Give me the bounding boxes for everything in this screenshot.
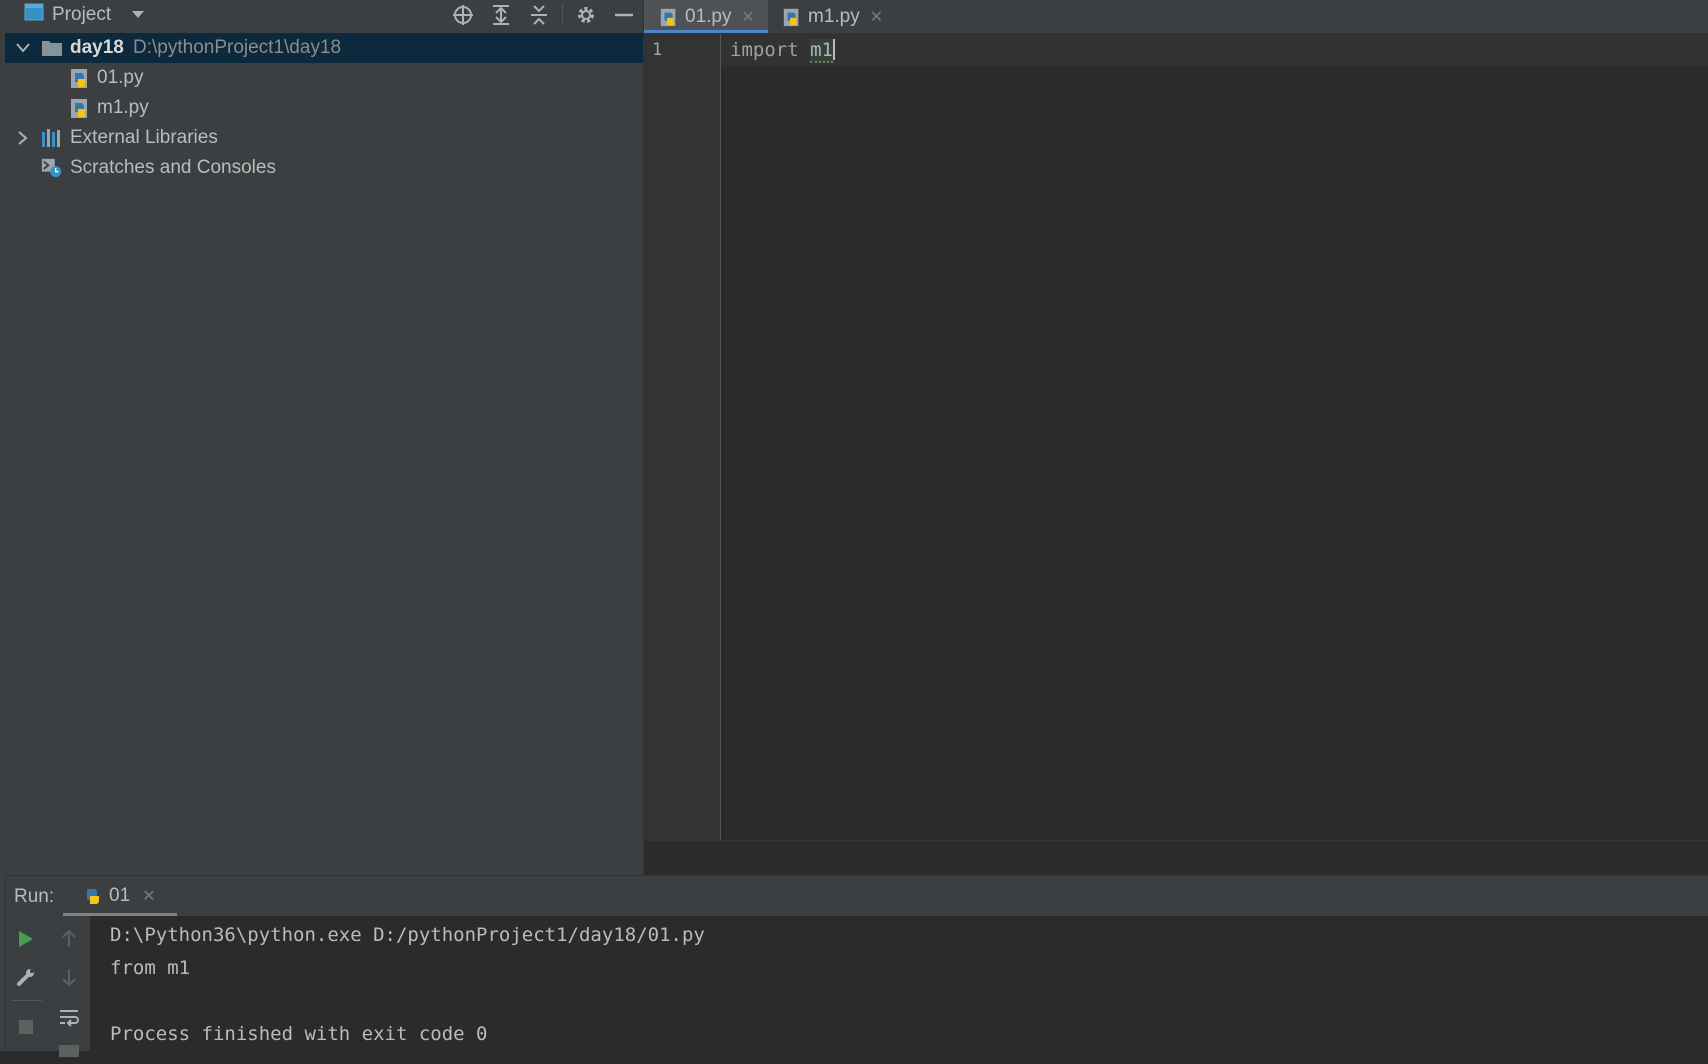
tree-item-external-libraries[interactable]: External Libraries (5, 123, 643, 153)
toolbar-separator (12, 1000, 42, 1001)
project-panel: Project day18 D:\pythonProject1\day18 01… (0, 0, 644, 875)
tab-label: 01.py (685, 5, 732, 27)
code-module-name: m1 (810, 39, 833, 63)
run-console-output[interactable]: D:\Python36\python.exe D:/pythonProject1… (90, 916, 1708, 1051)
line-number-gutter: 1 (644, 34, 721, 840)
locate-file-icon[interactable] (450, 2, 476, 28)
tree-item-path: D:\pythonProject1\day18 (133, 37, 342, 58)
project-title: Project (52, 4, 112, 25)
editor-bottom-area (644, 840, 1708, 876)
code-editor[interactable]: 1 import m1 (644, 34, 1708, 840)
folder-icon (41, 37, 63, 59)
arrow-down-icon[interactable] (56, 964, 82, 990)
scroll-to-end-icon[interactable] (56, 1038, 82, 1064)
project-window-icon (24, 3, 44, 27)
tree-item-m1-py[interactable]: m1.py (5, 93, 643, 123)
chevron-down-icon[interactable] (15, 40, 31, 56)
close-icon[interactable]: ✕ (870, 7, 883, 27)
console-line: Process finished with exit code 0 (110, 1023, 488, 1045)
editor-tab-bar: 01.py ✕ m1.py ✕ (644, 0, 1708, 34)
chevron-right-icon[interactable] (15, 130, 31, 146)
close-icon[interactable]: ✕ (142, 886, 155, 906)
text-caret (832, 39, 835, 60)
library-icon (41, 127, 63, 149)
gear-icon[interactable] (573, 2, 599, 28)
line-number: 1 (652, 40, 663, 60)
current-line-highlight (721, 34, 1708, 65)
tree-item-label: day18 (70, 37, 124, 58)
wrench-icon[interactable] (13, 964, 39, 990)
python-file-icon (659, 7, 679, 27)
run-toolbar (6, 916, 90, 1057)
project-tree: day18 D:\pythonProject1\day18 01.py m1.p… (5, 33, 643, 183)
python-file-icon (69, 67, 91, 89)
stop-icon[interactable] (13, 1014, 39, 1040)
run-tab-label: 01 (109, 885, 131, 906)
code-keyword: import (730, 39, 799, 61)
tree-item-scratches[interactable]: Scratches and Consoles (5, 153, 643, 183)
run-tab-01[interactable]: 01 ✕ (63, 876, 177, 916)
python-icon (83, 886, 103, 906)
tab-m1-py[interactable]: m1.py ✕ (782, 0, 902, 33)
python-file-icon (69, 97, 91, 119)
tree-item-label: m1.py (97, 97, 149, 118)
toolbar-separator (562, 4, 563, 26)
console-line: from m1 (110, 957, 191, 979)
collapse-all-icon[interactable] (526, 2, 552, 28)
tree-item-label: Scratches and Consoles (70, 157, 276, 178)
project-panel-header: Project (0, 0, 643, 30)
tree-item-label: External Libraries (70, 127, 218, 148)
run-panel-header: Run: 01 ✕ (6, 875, 1708, 917)
close-icon[interactable]: ✕ (741, 7, 754, 27)
console-line: D:\Python36\python.exe D:/pythonProject1… (110, 924, 705, 946)
tree-item-01-py[interactable]: 01.py (5, 63, 643, 93)
run-label: Run: (14, 886, 55, 907)
tab-label: m1.py (808, 5, 860, 27)
expand-all-icon[interactable] (488, 2, 514, 28)
project-toolbar (444, 0, 643, 30)
tree-item-label: 01.py (97, 67, 144, 88)
python-file-icon (782, 7, 802, 27)
code-line[interactable]: import m1 (730, 39, 835, 63)
tab-01-py[interactable]: 01.py ✕ (644, 0, 768, 33)
soft-wrap-icon[interactable] (56, 1004, 82, 1030)
scratches-icon (41, 157, 63, 179)
chevron-down-icon[interactable] (131, 4, 145, 26)
minimize-icon[interactable] (611, 2, 637, 28)
arrow-up-icon[interactable] (56, 926, 82, 952)
tree-item-day18[interactable]: day18 D:\pythonProject1\day18 (5, 33, 643, 63)
project-view-selector[interactable]: Project (24, 3, 145, 27)
run-icon[interactable] (13, 926, 39, 952)
